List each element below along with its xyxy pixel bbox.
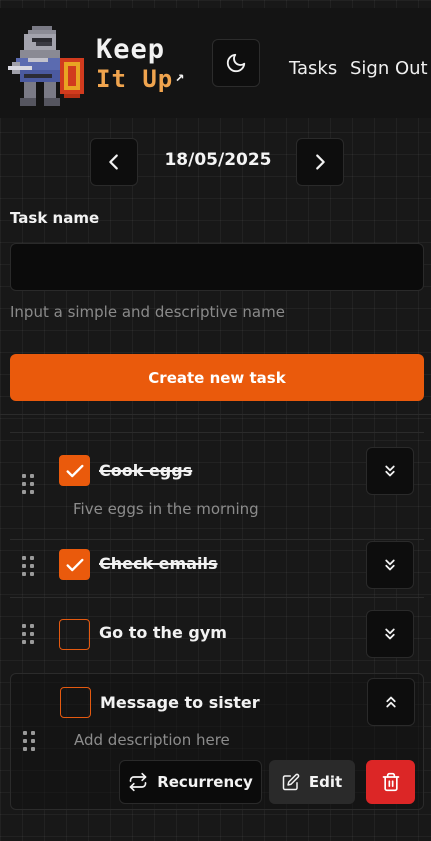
chevron-right-icon	[316, 154, 325, 170]
nav-tasks-link[interactable]: Tasks	[289, 58, 337, 79]
task-name-helper: Input a simple and descriptive name	[10, 303, 285, 321]
recurrency-button[interactable]: Recurrency	[119, 760, 262, 804]
previous-day-button[interactable]	[90, 138, 138, 186]
create-task-button[interactable]: Create new task	[10, 354, 424, 401]
task-name: Go to the gym	[99, 623, 227, 642]
task-name-label: Task name	[10, 209, 100, 227]
repeat-icon	[129, 772, 147, 792]
brand-wordmark[interactable]: Keep It Up ↗	[96, 36, 185, 91]
theme-toggle-button[interactable]	[212, 39, 260, 87]
drag-handle-icon[interactable]	[22, 474, 36, 496]
task-checkbox[interactable]	[59, 619, 90, 650]
edit-label: Edit	[308, 773, 343, 791]
task-name: Cook eggs	[99, 461, 193, 480]
date-navigation: 18/05/2025	[0, 138, 431, 186]
app-header: Keep It Up ↗ Tasks Sign Out	[0, 8, 431, 118]
trash-icon	[382, 772, 399, 792]
moon-icon	[226, 53, 246, 73]
section-divider	[0, 414, 431, 415]
arrow-up-right-icon: ↗	[175, 67, 186, 85]
task-item: Check emails	[10, 539, 424, 595]
recurrency-label: Recurrency	[157, 773, 253, 791]
task-item: Cook eggs Five eggs in the morning	[10, 432, 424, 538]
checkmark-icon	[65, 558, 84, 571]
collapse-task-button[interactable]	[367, 678, 415, 726]
chevrons-down-icon	[385, 465, 395, 477]
task-item: Go to the gym	[10, 597, 424, 669]
edit-task-button[interactable]: Edit	[269, 760, 355, 804]
edit-icon	[282, 773, 300, 791]
expand-task-button[interactable]	[366, 447, 414, 495]
task-description-input[interactable]: Add description here	[74, 731, 230, 749]
task-name: Message to sister	[100, 693, 260, 712]
task-item-expanded: Message to sister Add description here R…	[10, 673, 424, 810]
next-day-button[interactable]	[296, 138, 344, 186]
task-checkbox[interactable]	[59, 549, 90, 580]
task-checkbox[interactable]	[59, 455, 90, 486]
delete-task-button[interactable]	[366, 760, 415, 804]
expand-task-button[interactable]	[366, 541, 414, 589]
checkmark-icon	[65, 464, 84, 477]
task-name: Check emails	[99, 554, 218, 573]
task-description: Five eggs in the morning	[73, 500, 259, 518]
expand-task-button[interactable]	[366, 610, 414, 658]
task-name-input[interactable]	[10, 243, 424, 291]
drag-handle-icon[interactable]	[23, 731, 37, 753]
current-date: 18/05/2025	[164, 150, 272, 170]
chevron-left-icon	[109, 154, 118, 170]
brand-line-itup: It Up ↗	[96, 67, 185, 91]
knight-logo-icon[interactable]	[4, 22, 88, 118]
brand-line-keep: Keep	[96, 34, 166, 65]
drag-handle-icon[interactable]	[22, 556, 36, 578]
drag-handle-icon[interactable]	[22, 624, 36, 646]
chevrons-up-icon	[386, 696, 396, 708]
task-checkbox[interactable]	[60, 687, 91, 718]
brand-line-itup-text: It Up	[96, 65, 174, 93]
nav-sign-out-link[interactable]: Sign Out	[350, 58, 428, 79]
chevrons-down-icon	[385, 628, 395, 640]
chevrons-down-icon	[385, 559, 395, 571]
